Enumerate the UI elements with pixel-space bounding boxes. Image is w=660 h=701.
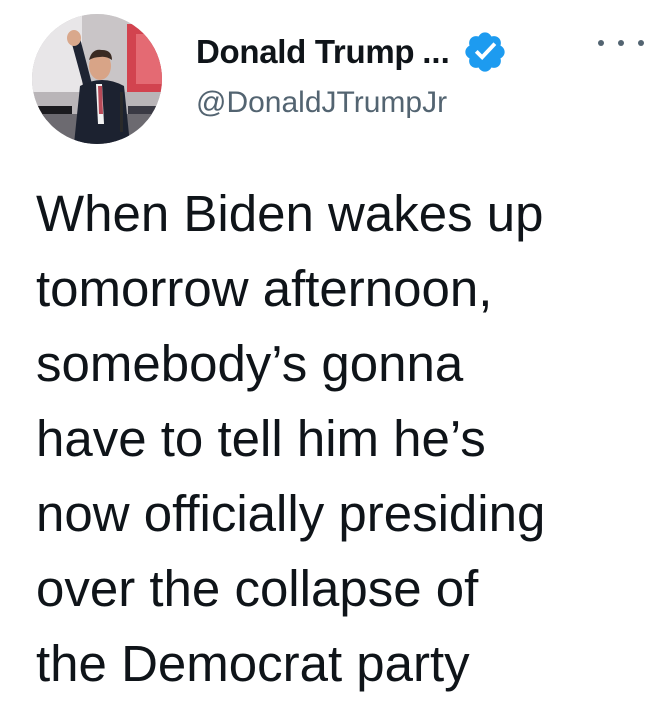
avatar-photo [32,14,162,144]
tweet-text-line: have to tell him he’s [36,410,486,467]
display-name[interactable]: Donald Trump [196,33,415,71]
more-dot [638,40,644,46]
tweet-card: Donald Trump ... @DonaldJTrumpJr When Bi… [0,0,660,692]
more-options-icon[interactable] [598,30,644,56]
avatar[interactable] [32,14,162,144]
verified-checkmark-icon [462,29,508,75]
author-name-row: Donald Trump ... [196,30,508,74]
tweet-text-line: over the collapse of [36,560,479,617]
more-dot [618,40,624,46]
user-handle[interactable]: @DonaldJTrumpJr [196,86,447,120]
tweet-text-line: When Biden wakes up [36,185,544,242]
tweet-text-line: now officially presiding [36,485,546,542]
tweet-text-line: the Democrat party [36,635,470,692]
name-truncation: ... [422,33,450,70]
tweet-text: When Biden wakes up tomorrow afternoon, … [36,176,648,701]
more-dot [598,40,604,46]
tweet-text-line: somebody’s gonna [36,335,464,392]
tweet-text-line: tomorrow afternoon, [36,260,493,317]
